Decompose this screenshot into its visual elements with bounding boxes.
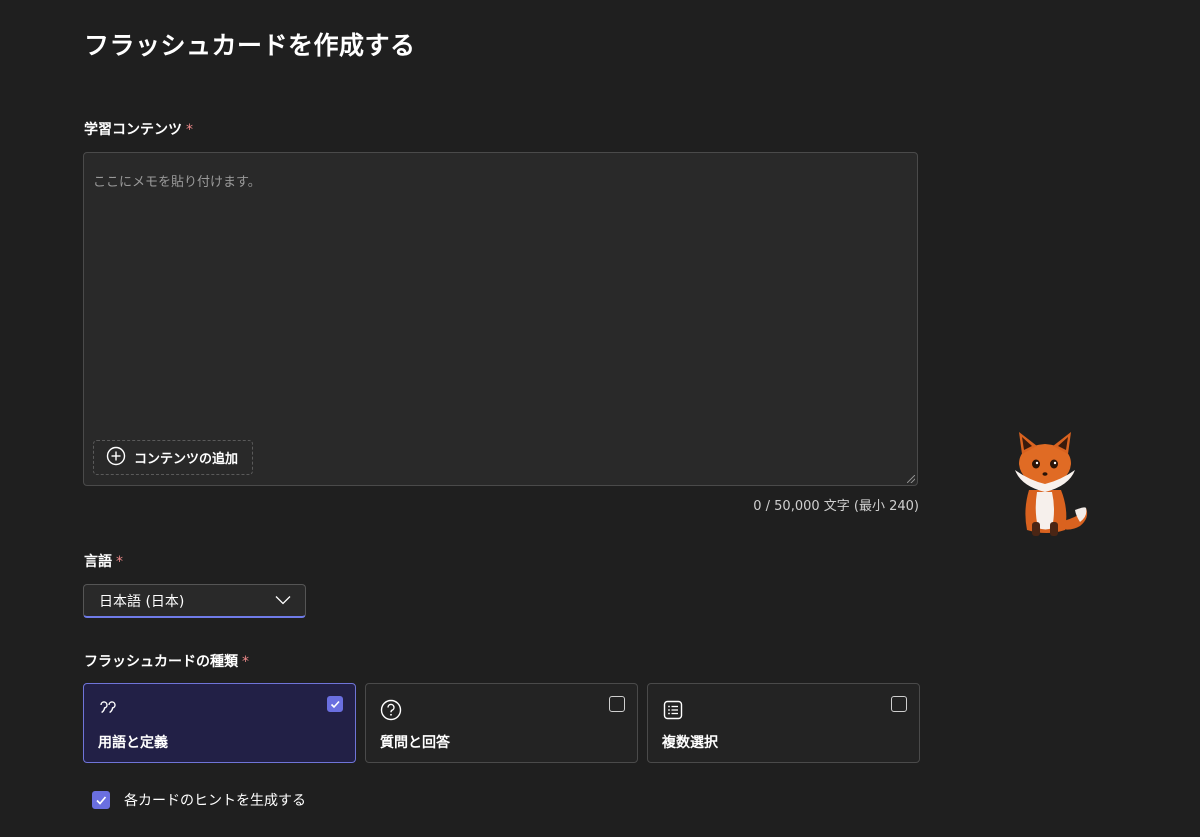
type-label: フラッシュカードの種類 * bbox=[84, 651, 249, 671]
hint-label: 各カードのヒントを生成する bbox=[124, 793, 306, 809]
page-title: フラッシュカードを作成する bbox=[84, 31, 416, 60]
content-label-text: 学習コンテンツ bbox=[84, 122, 182, 138]
language-label: 言語 * bbox=[84, 551, 123, 571]
content-label: 学習コンテンツ * bbox=[84, 119, 193, 139]
resize-handle[interactable] bbox=[907, 475, 915, 483]
add-content-label: コンテンツの追加 bbox=[134, 452, 239, 467]
content-input-box[interactable]: コンテンツの追加 bbox=[83, 152, 918, 486]
required-mark: * bbox=[116, 554, 123, 570]
content-textarea[interactable] bbox=[84, 153, 917, 485]
quote-icon bbox=[98, 699, 120, 721]
character-count: 0 / 50,000 文字 (最小 240) bbox=[753, 499, 919, 514]
term-definition-label: 用語と定義 bbox=[98, 735, 168, 751]
required-mark: * bbox=[186, 122, 193, 138]
checkmark-icon bbox=[96, 796, 107, 805]
list-icon bbox=[662, 699, 684, 721]
question-circle-icon bbox=[380, 699, 402, 721]
type-card-multiple-choice[interactable]: 複数選択 bbox=[647, 683, 920, 763]
multiple-choice-label: 複数選択 bbox=[662, 735, 718, 751]
add-content-button[interactable]: コンテンツの追加 bbox=[93, 440, 254, 475]
language-label-text: 言語 bbox=[84, 554, 112, 570]
hint-checkbox[interactable] bbox=[92, 791, 110, 809]
fox-mascot-image bbox=[1005, 430, 1095, 544]
hint-option-row[interactable]: 各カードのヒントを生成する bbox=[92, 790, 306, 810]
question-answer-checkbox[interactable] bbox=[609, 696, 625, 712]
multiple-choice-checkbox[interactable] bbox=[891, 696, 907, 712]
question-answer-label: 質問と回答 bbox=[380, 735, 450, 751]
type-card-question-answer[interactable]: 質問と回答 bbox=[365, 683, 638, 763]
checkmark-icon bbox=[330, 700, 340, 709]
type-label-text: フラッシュカードの種類 bbox=[84, 654, 238, 670]
type-card-term-definition[interactable]: 用語と定義 bbox=[83, 683, 356, 763]
required-mark: * bbox=[242, 654, 249, 670]
chevron-down-icon bbox=[275, 593, 291, 609]
language-dropdown[interactable]: 日本語 (日本) bbox=[83, 584, 306, 618]
language-selected-value: 日本語 (日本) bbox=[99, 593, 185, 610]
plus-circle-icon bbox=[106, 446, 126, 470]
term-definition-checkbox[interactable] bbox=[327, 696, 343, 712]
